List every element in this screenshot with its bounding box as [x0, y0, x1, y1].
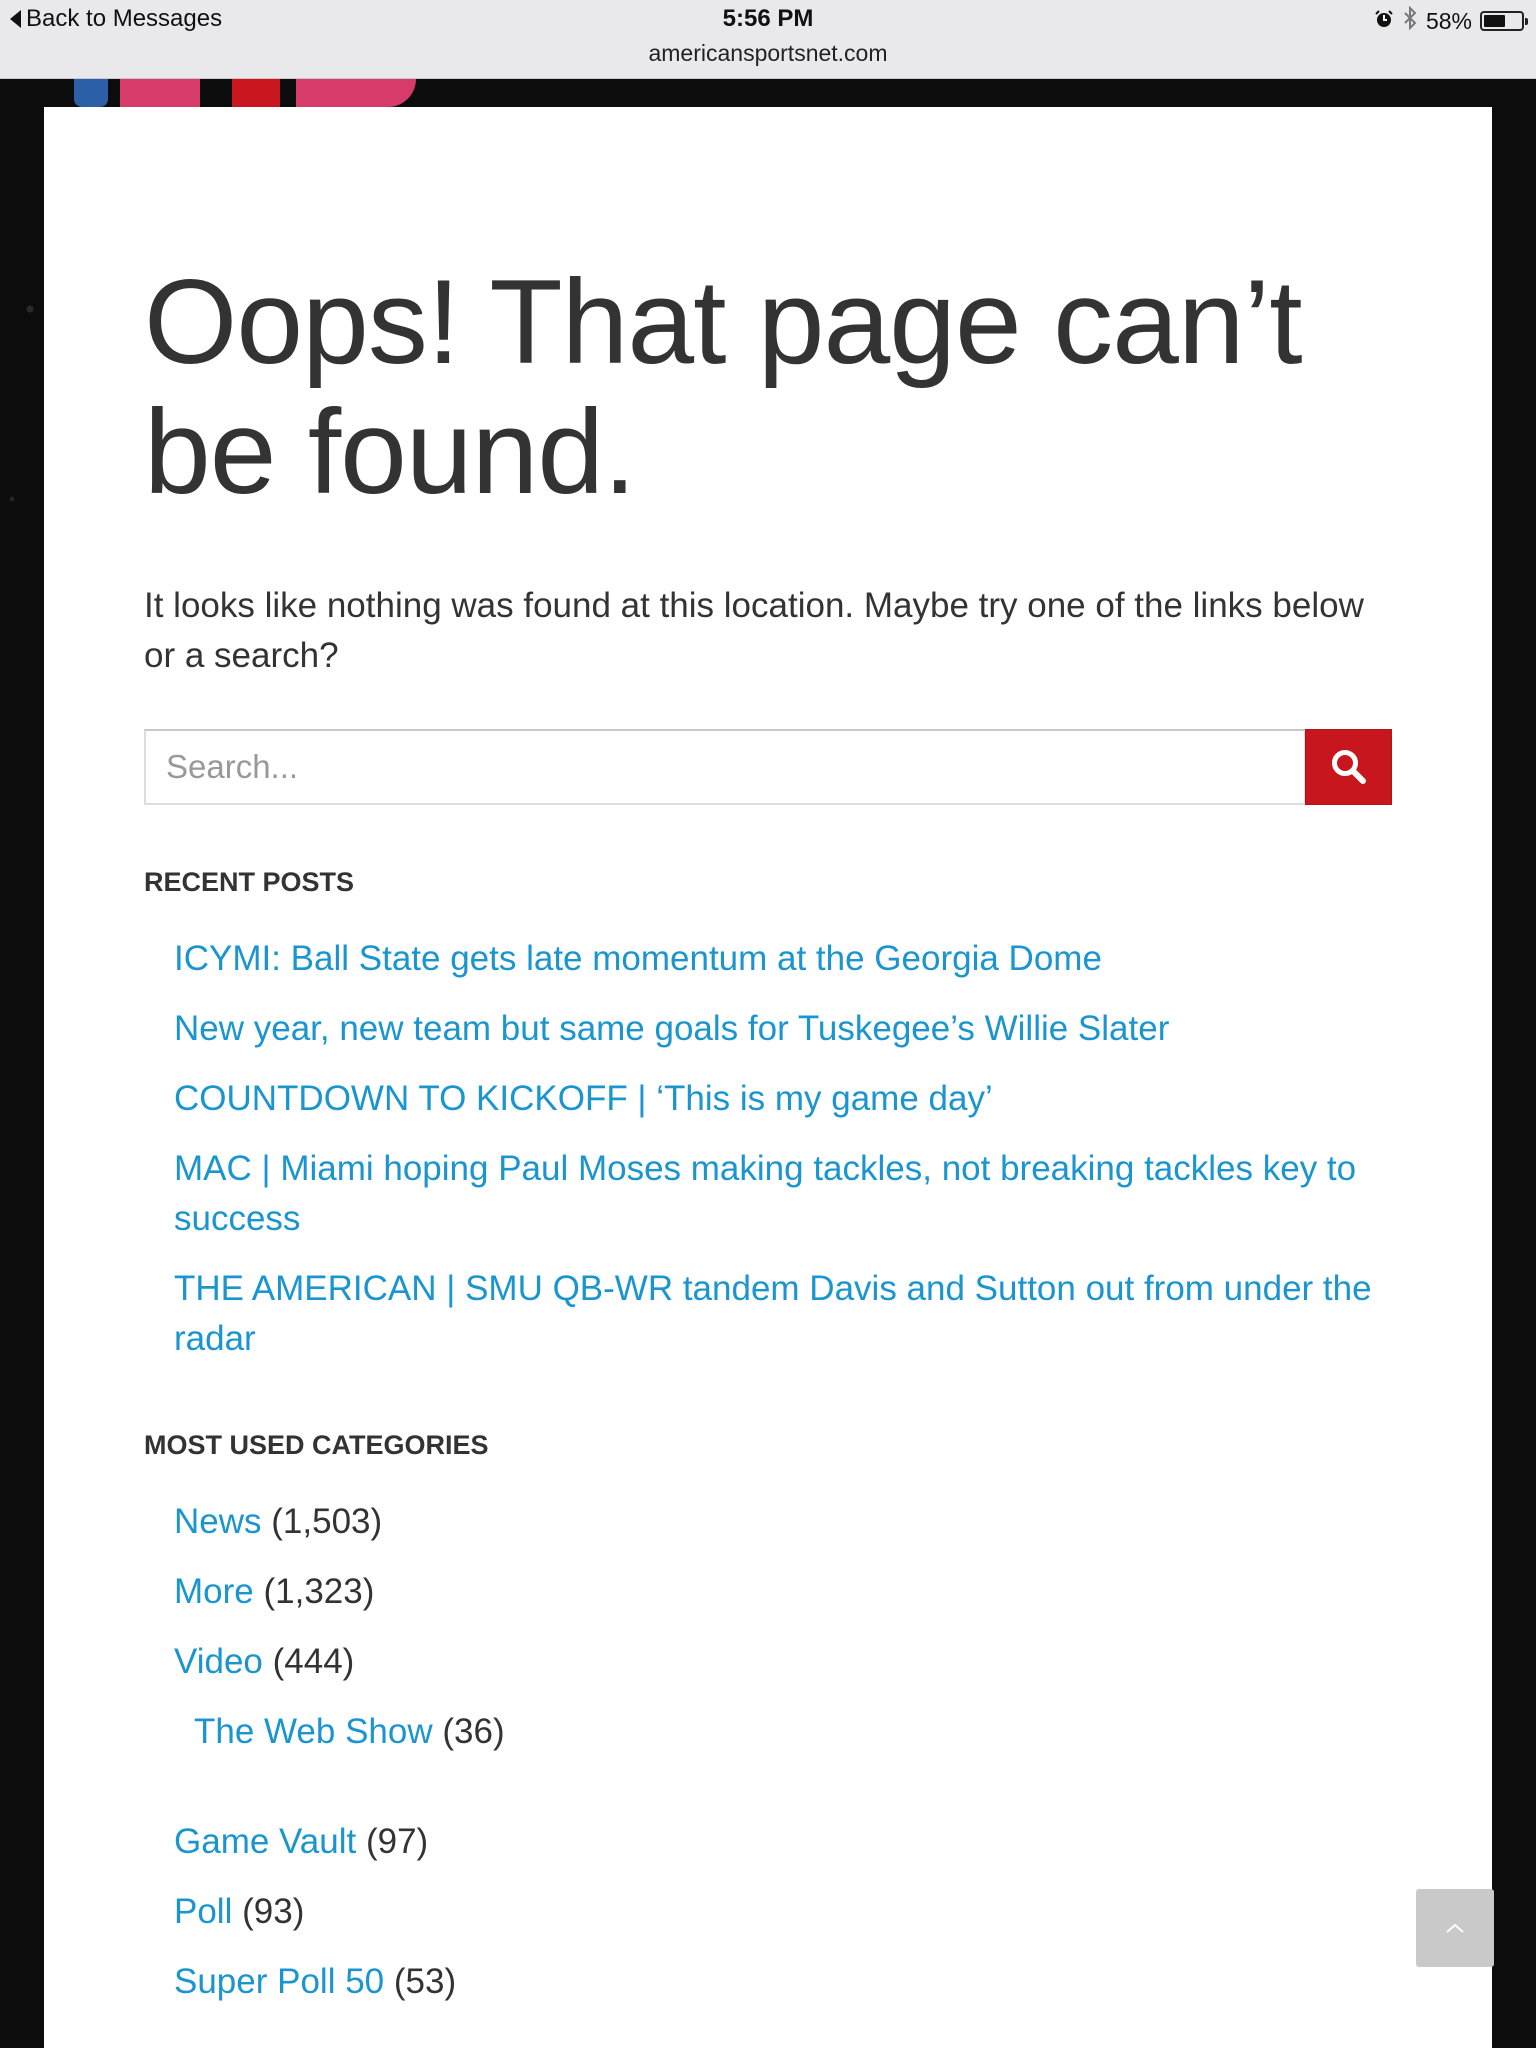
category-link[interactable]: News	[174, 1502, 262, 1541]
categories-list: News (1,503) More (1,323) Video (444) Th…	[144, 1497, 1394, 2007]
chevron-up-icon	[1446, 1923, 1464, 1933]
list-item: ICYMI: Ball State gets late momentum at …	[174, 934, 1394, 984]
category-link[interactable]: More	[174, 1572, 254, 1611]
category-count: (93)	[242, 1892, 305, 1931]
categories-widget: MOST USED CATEGORIES News (1,503) More (…	[144, 1430, 1394, 2007]
scroll-to-top-button[interactable]	[1416, 1889, 1494, 1967]
category-item: Video (444)	[174, 1637, 1394, 1687]
subcategory-item: The Web Show (36)	[174, 1707, 1394, 1757]
category-count: (1,323)	[263, 1572, 375, 1611]
category-count: (97)	[365, 1822, 429, 1861]
categories-heading: MOST USED CATEGORIES	[144, 1430, 489, 1460]
post-link[interactable]: ICYMI: Ball State gets late momentum at …	[174, 939, 1102, 978]
search-button[interactable]	[1305, 729, 1392, 805]
search-form	[144, 729, 1392, 805]
page-title: Oops! That page can’t be found.	[144, 255, 1303, 519]
category-item: More (1,323)	[174, 1567, 1394, 1617]
post-link[interactable]: MAC | Miami hoping Paul Moses making tac…	[174, 1149, 1356, 1238]
recent-posts-widget: RECENT POSTS ICYMI: Ball State gets late…	[144, 867, 1394, 1364]
category-count: (1,503)	[271, 1502, 383, 1541]
search-input[interactable]	[144, 729, 1306, 805]
list-item: COUNTDOWN TO KICKOFF | ‘This is my game …	[174, 1074, 1394, 1124]
search-icon	[1331, 750, 1366, 784]
post-link[interactable]: THE AMERICAN | SMU QB-WR tandem Davis an…	[174, 1269, 1372, 1358]
list-item: THE AMERICAN | SMU QB-WR tandem Davis an…	[174, 1264, 1394, 1364]
category-item: Poll (93)	[174, 1887, 1394, 1937]
list-item: New year, new team but same goals for Tu…	[174, 1004, 1394, 1054]
category-item: Game Vault (97)	[174, 1817, 1394, 1867]
recent-posts-list: ICYMI: Ball State gets late momentum at …	[144, 934, 1394, 1364]
category-count: (53)	[393, 1962, 457, 2001]
alarm-icon	[1374, 8, 1394, 35]
address-url[interactable]: americansportsnet.com	[0, 40, 1536, 67]
bluetooth-icon	[1402, 5, 1418, 36]
post-link[interactable]: COUNTDOWN TO KICKOFF | ‘This is my game …	[174, 1079, 993, 1118]
category-link[interactable]: The Web Show	[194, 1712, 433, 1751]
clock: 5:56 PM	[722, 5, 814, 32]
category-count: (444)	[272, 1642, 355, 1681]
status-bar: Back to Messages 5:56 PM americansportsn…	[0, 0, 1536, 79]
category-item: News (1,503)	[174, 1497, 1394, 1547]
list-item: MAC | Miami hoping Paul Moses making tac…	[174, 1144, 1394, 1244]
header-image-fragment	[60, 79, 500, 107]
recent-posts-heading: RECENT POSTS	[144, 867, 355, 897]
post-link[interactable]: New year, new team but same goals for Tu…	[174, 1009, 1169, 1048]
status-indicators: 58%	[1374, 5, 1528, 36]
battery-icon	[1480, 11, 1528, 31]
category-link[interactable]: Video	[174, 1642, 263, 1681]
intro-text: It looks like nothing was found at this …	[144, 586, 1364, 675]
category-item: Super Poll 50 (53)	[174, 1957, 1394, 2007]
content-card: Oops! That page can’t be found. It looks…	[44, 107, 1492, 2048]
category-link[interactable]: Poll	[174, 1892, 232, 1931]
category-link[interactable]: Super Poll 50	[174, 1962, 384, 2001]
category-count: (36)	[442, 1712, 505, 1751]
battery-percent: 58%	[1425, 7, 1472, 34]
main-content: Oops! That page can’t be found. It looks…	[144, 257, 1394, 2027]
category-link[interactable]: Game Vault	[174, 1822, 356, 1861]
